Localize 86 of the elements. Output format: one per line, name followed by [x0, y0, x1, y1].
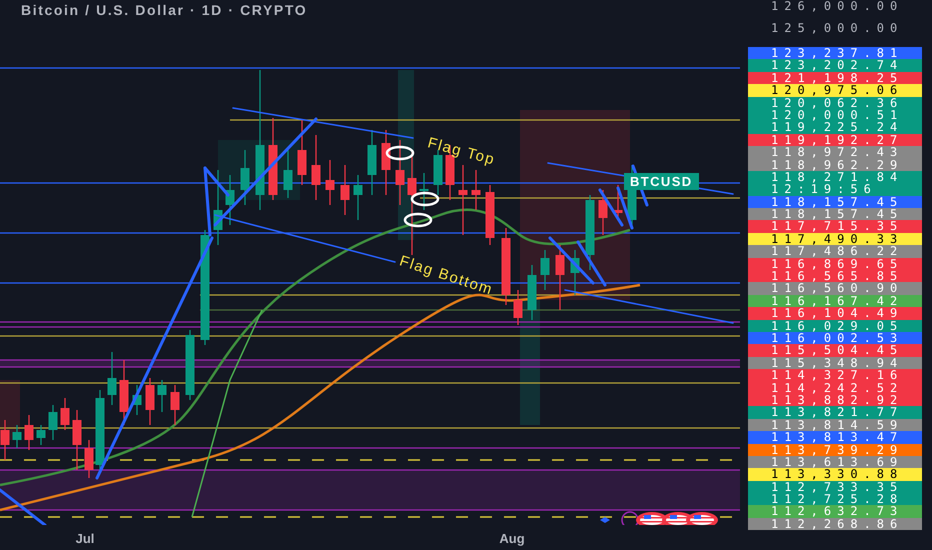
countdown-timer: 12:19:56 [770, 183, 877, 196]
price-value: 113,813.47 [770, 431, 904, 444]
price-value: 118,271.84 [770, 170, 904, 184]
price-value: 114,242.52 [770, 382, 904, 394]
candle [120, 360, 128, 425]
price-value: 123,202.74 [770, 59, 904, 72]
trendline [0, 488, 46, 525]
candle [48, 405, 58, 440]
candle [12, 425, 22, 448]
candle [382, 130, 390, 195]
price-value: 116,167.42 [770, 294, 904, 308]
price-value: 116,560.90 [770, 282, 904, 295]
price-value: 112,725.28 [770, 493, 904, 506]
candle [240, 150, 250, 205]
price-value: 119,192.27 [770, 134, 904, 146]
candle [226, 175, 234, 225]
candle [368, 130, 376, 195]
price-value: 113,814.59 [770, 418, 904, 432]
candle [146, 378, 154, 425]
price-value: 113,821.77 [770, 406, 904, 419]
price-value: 113,882.92 [770, 394, 904, 406]
candle [312, 135, 320, 200]
price-value: 113,739.29 [770, 444, 904, 456]
price-value: 117,715.35 [770, 220, 904, 233]
price-value: 116,029.05 [770, 320, 904, 332]
candle [514, 290, 522, 325]
price-value: 118,962.29 [770, 158, 904, 171]
price-value: 120,000.51 [770, 108, 904, 122]
circle-marker [386, 146, 414, 160]
candle [36, 425, 46, 445]
candle [540, 250, 550, 290]
time-axis-label: Jul [76, 531, 94, 546]
price-value: 116,869.65 [770, 258, 904, 270]
candle [570, 250, 580, 295]
candle [556, 245, 564, 310]
circle-marker [404, 212, 432, 228]
price-value: 112,632.73 [770, 505, 904, 518]
candle [354, 175, 362, 220]
candle [472, 170, 480, 210]
price-value: 115,348.94 [770, 356, 904, 370]
candle [528, 265, 536, 320]
candle [84, 440, 94, 478]
price-value: 118,972.43 [770, 146, 904, 159]
candle [158, 380, 166, 412]
candle [132, 385, 142, 415]
candle [60, 398, 70, 430]
price-axis-tick: 125,000.00 [770, 22, 904, 37]
price-value: 117,490.33 [770, 232, 904, 246]
candle [458, 165, 468, 235]
chart-title: Bitcoin / U.S. Dollar · 1D · CRYPTO [21, 2, 308, 18]
price-value: 118,157.45 [770, 196, 904, 208]
time-axis-label: Aug [499, 531, 525, 546]
candle [396, 140, 404, 205]
price-value: 116,002.53 [770, 332, 904, 344]
trendline-annotation: Flag Top [426, 134, 498, 169]
price-value: 116,104.49 [770, 307, 904, 320]
price-value: 120,062.36 [770, 96, 904, 109]
candle [598, 190, 608, 235]
candle [486, 185, 494, 245]
price-value: 113,330.88 [770, 468, 904, 481]
price-value: 119,225.24 [770, 121, 904, 134]
candle [340, 165, 350, 215]
price-value: 112,733.35 [770, 480, 904, 494]
candle [0, 420, 10, 460]
candle [298, 120, 306, 185]
symbol-tag: BTCUSD [624, 173, 699, 190]
candle [326, 160, 334, 205]
candle [170, 385, 180, 425]
price-value: 112,268.86 [770, 518, 904, 530]
price-value: 117,486.22 [770, 245, 904, 258]
price-value: 114,327.16 [770, 369, 904, 382]
price-value: 116,565.85 [770, 270, 904, 282]
price-value: 118,157.45 [770, 208, 904, 220]
price-value: 120,975.06 [770, 84, 904, 97]
candle [186, 330, 194, 400]
circle-marker [410, 192, 440, 206]
price-axis-tick: 126,000.00 [770, 0, 904, 15]
candle [72, 410, 82, 470]
candle [284, 150, 292, 198]
candle [420, 173, 428, 210]
price-value: 113,613.69 [770, 456, 904, 468]
candle [108, 352, 116, 405]
price-value: 115,504.45 [770, 344, 904, 357]
price-value: 123,237.81 [770, 47, 904, 60]
price-value: 121,198.25 [770, 72, 904, 84]
candle [24, 415, 34, 450]
